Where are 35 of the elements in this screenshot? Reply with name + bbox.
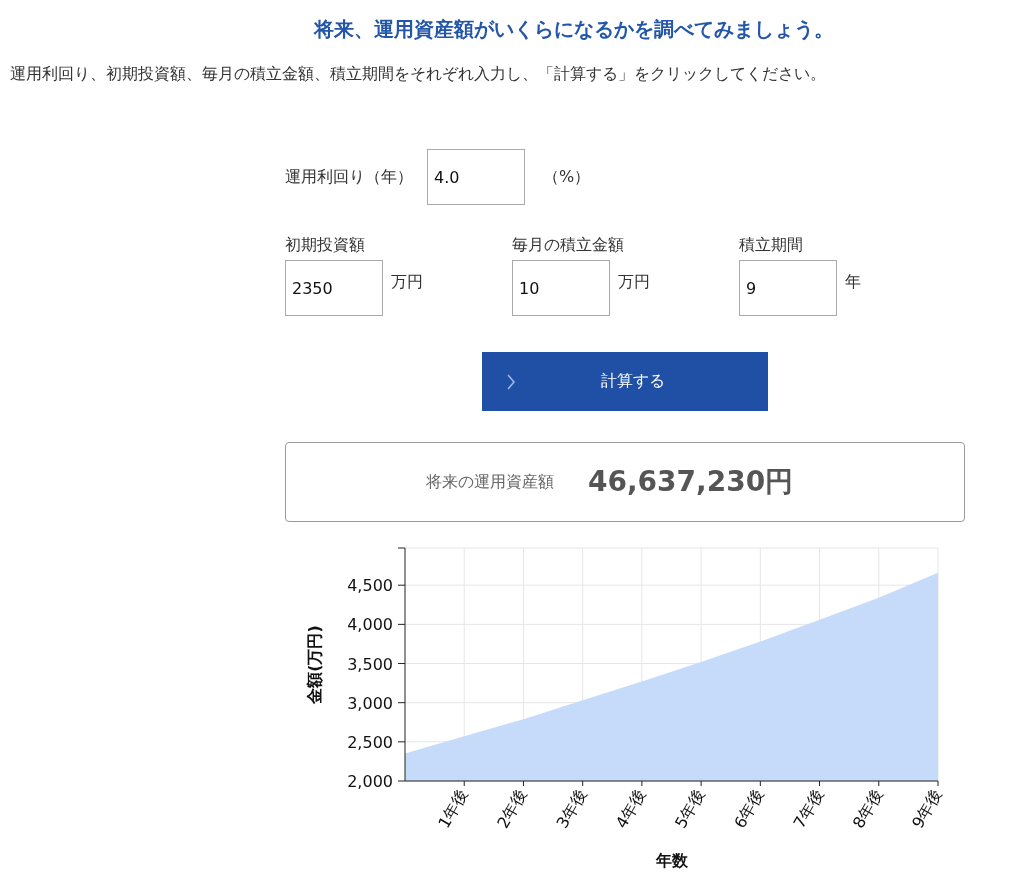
x-tick-label: 1年後 [434,785,472,832]
field-label: 積立期間 [739,235,804,256]
result-value: 46,637,230円 [588,464,794,500]
page-heading: 将来、運用資産額がいくらになるかを調べてみましょう。 [312,16,835,43]
y-tick-label: 3,000 [347,693,393,713]
x-tick-label: 7年後 [789,785,827,832]
result-label: 将来の運用資産額 [426,471,554,493]
x-tick-label: 9年後 [907,785,946,832]
field-label: 毎月の積立金額 [512,235,625,256]
y-tick-label: 4,000 [347,615,393,635]
field-label: 初期投資額 [285,235,366,256]
input-field[interactable]: 10 [512,260,610,316]
y-tick-label: 2,000 [347,772,393,791]
input-field[interactable]: 9 [739,260,837,316]
x-tick-label: 6年後 [730,785,768,832]
y-axis-title: 金額(万円) [305,625,324,704]
y-tick-label: 4,500 [347,576,393,596]
calculate-button[interactable]: 計算する [482,352,768,411]
input-field[interactable]: 4.0 [427,149,525,205]
unit-label: 万円 [618,272,650,293]
x-tick-label: 3年後 [552,785,591,832]
x-tick-label: 5年後 [671,785,709,832]
unit-label: 万円 [391,272,423,293]
input-field[interactable]: 2350 [285,260,383,316]
chevron-icon [506,372,516,391]
y-tick-label: 2,500 [347,732,393,752]
x-tick-label: 4年後 [611,785,650,832]
x-axis-title: 年数 [655,851,688,870]
x-tick-label: 8年後 [848,785,887,832]
unit-label: 年 [845,272,861,293]
y-tick-label: 3,500 [347,654,393,674]
unit-label: （%） [543,166,591,188]
field-label: 運用利回り（年） [285,166,413,188]
x-tick-label: 2年後 [493,785,531,832]
instruction-text: 運用利回り、初期投資額、毎月の積立金額、積立期間をそれぞれ入力し、「計算する」をクリックしてください。 [9,64,827,85]
